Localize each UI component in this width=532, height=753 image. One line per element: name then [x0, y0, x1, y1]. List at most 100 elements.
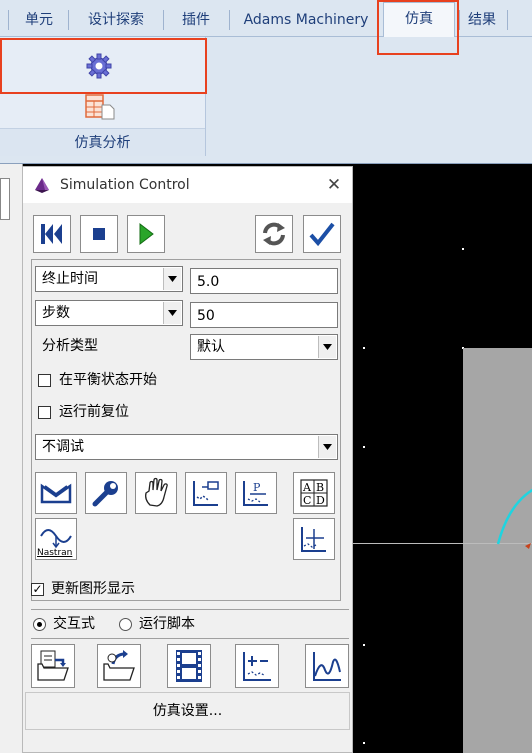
- animation-button[interactable]: [167, 644, 211, 688]
- nastran-button[interactable]: Nastran: [35, 518, 77, 560]
- run-script-radio[interactable]: [119, 618, 132, 631]
- browser-dropdown[interactable]: [0, 178, 10, 220]
- grid-dot: [363, 644, 365, 646]
- grid-dot: [363, 446, 365, 448]
- settings-wrench-button[interactable]: [85, 472, 127, 514]
- chevron-down-icon: [163, 302, 181, 324]
- hand-icon: [144, 477, 168, 507]
- svg-text:C: C: [303, 494, 311, 507]
- svg-text:P: P: [253, 481, 261, 494]
- play-button[interactable]: [127, 215, 165, 253]
- measure-table-icon: [243, 652, 271, 681]
- measure-plot-button[interactable]: [185, 472, 227, 514]
- start-equilibrium-label: 在平衡状态开始: [59, 372, 157, 388]
- postprocessor-button[interactable]: [305, 644, 349, 688]
- settings-group: 终止时间 5.0 步数 50 分析类型 默认 在平衡状态开始 运行前复位 不调试: [31, 259, 341, 601]
- stop-icon: [93, 228, 105, 240]
- steps-mode-select[interactable]: 步数: [35, 300, 183, 326]
- plot-axes-button[interactable]: [293, 518, 335, 560]
- simulation-control-dialog: Simulation Control ✕ 终止时间 5.0 步数 50 分析类型…: [22, 166, 353, 753]
- postprocessor-curve-icon: [313, 652, 341, 681]
- reset-to-start-button[interactable]: [33, 215, 71, 253]
- run-script-label: 运行脚本: [139, 616, 195, 632]
- start-equilibrium-checkbox[interactable]: [38, 374, 51, 387]
- plot-p-icon: P: [243, 481, 268, 506]
- chevron-down-icon: [318, 436, 336, 458]
- measure-icon: [193, 481, 219, 506]
- refresh-button[interactable]: [255, 215, 293, 253]
- folder-open-icon: [103, 650, 135, 681]
- tab-separator: [459, 10, 460, 30]
- grid-dot: [462, 248, 464, 250]
- tab-separator: [507, 10, 508, 30]
- cyan-curve-part[interactable]: [495, 484, 532, 594]
- sensor-icon: [40, 483, 72, 504]
- tab-separator: [163, 10, 164, 30]
- analysis-type-select[interactable]: 默认: [190, 334, 338, 360]
- checkmark-icon: [309, 222, 335, 247]
- measure-table-button[interactable]: [235, 644, 279, 688]
- tab-plugins[interactable]: 插件: [170, 6, 222, 35]
- simulation-settings-button[interactable]: 仿真设置...: [25, 692, 350, 730]
- dialog-title: Simulation Control: [60, 177, 190, 193]
- apply-check-button[interactable]: [303, 215, 341, 253]
- load-simulation-button[interactable]: [97, 644, 141, 688]
- interactive-label: 交互式: [53, 616, 95, 632]
- stop-button[interactable]: [80, 215, 118, 253]
- divider: [31, 609, 349, 610]
- close-icon[interactable]: ✕: [323, 167, 345, 203]
- refresh-icon: [263, 222, 285, 246]
- divider: [31, 638, 349, 639]
- chevron-down-icon: [318, 336, 336, 358]
- nastran-label: Nastran: [37, 548, 73, 558]
- simulation-table-icon[interactable]: [84, 93, 116, 121]
- debug-mode-select[interactable]: 不调试: [35, 434, 338, 460]
- tab-design-exploration[interactable]: 设计探索: [76, 6, 156, 35]
- analysis-type-value: 默认: [197, 339, 225, 355]
- model-browser-strip[interactable]: [0, 164, 23, 753]
- svg-text:D: D: [316, 494, 325, 507]
- ribbon-group-label: 仿真分析: [0, 128, 205, 157]
- tab-elements[interactable]: 单元: [14, 6, 64, 35]
- chevron-down-icon: [163, 268, 181, 290]
- grid-dot: [363, 347, 365, 349]
- reset-before-run-checkbox[interactable]: [38, 406, 51, 419]
- steps-mode-value: 步数: [42, 305, 70, 321]
- highlight-box-gear: [0, 38, 207, 94]
- rewind-icon: [41, 224, 62, 244]
- sensor-button[interactable]: [35, 472, 77, 514]
- tab-separator: [68, 10, 69, 30]
- abcd-table-icon: A B C D: [300, 479, 328, 507]
- end-time-input[interactable]: 5.0: [190, 268, 338, 294]
- play-icon: [139, 222, 154, 246]
- steps-input[interactable]: 50: [190, 302, 338, 328]
- folder-save-icon: [37, 650, 69, 681]
- interactive-radio[interactable]: [33, 618, 46, 631]
- svg-text:B: B: [316, 481, 324, 494]
- save-simulation-button[interactable]: [31, 644, 75, 688]
- wrench-icon: [92, 481, 118, 507]
- tab-separator: [229, 10, 230, 30]
- ribbon-bottom-edge: [0, 156, 532, 164]
- adams-app-icon: [35, 178, 49, 193]
- debug-mode-value: 不调试: [42, 439, 84, 455]
- tab-adams-machinery[interactable]: Adams Machinery: [236, 6, 376, 35]
- ribbon-tab-bar: 单元 设计探索 插件 Adams Machinery 仿真 结果: [0, 0, 532, 37]
- end-mode-value: 终止时间: [42, 271, 98, 287]
- tab-simulation[interactable]: 仿真: [383, 2, 455, 37]
- interact-hand-button[interactable]: [135, 472, 177, 514]
- analysis-type-label: 分析类型: [42, 338, 98, 354]
- update-graphics-checkbox[interactable]: ✓: [31, 583, 44, 596]
- end-mode-select[interactable]: 终止时间: [35, 266, 183, 292]
- dialog-titlebar[interactable]: Simulation Control ✕: [23, 167, 352, 203]
- update-graphics-label: 更新图形显示: [51, 581, 135, 597]
- reset-before-run-label: 运行前复位: [59, 404, 129, 420]
- table-abcd-button[interactable]: A B C D: [293, 472, 335, 514]
- grid-dot: [363, 742, 365, 744]
- film-icon: [176, 650, 202, 682]
- plot-p-button[interactable]: P: [235, 472, 277, 514]
- tab-separator: [8, 10, 9, 30]
- plot-axes-icon: [301, 527, 326, 552]
- svg-text:A: A: [302, 481, 312, 494]
- tab-results[interactable]: 结果: [462, 6, 502, 35]
